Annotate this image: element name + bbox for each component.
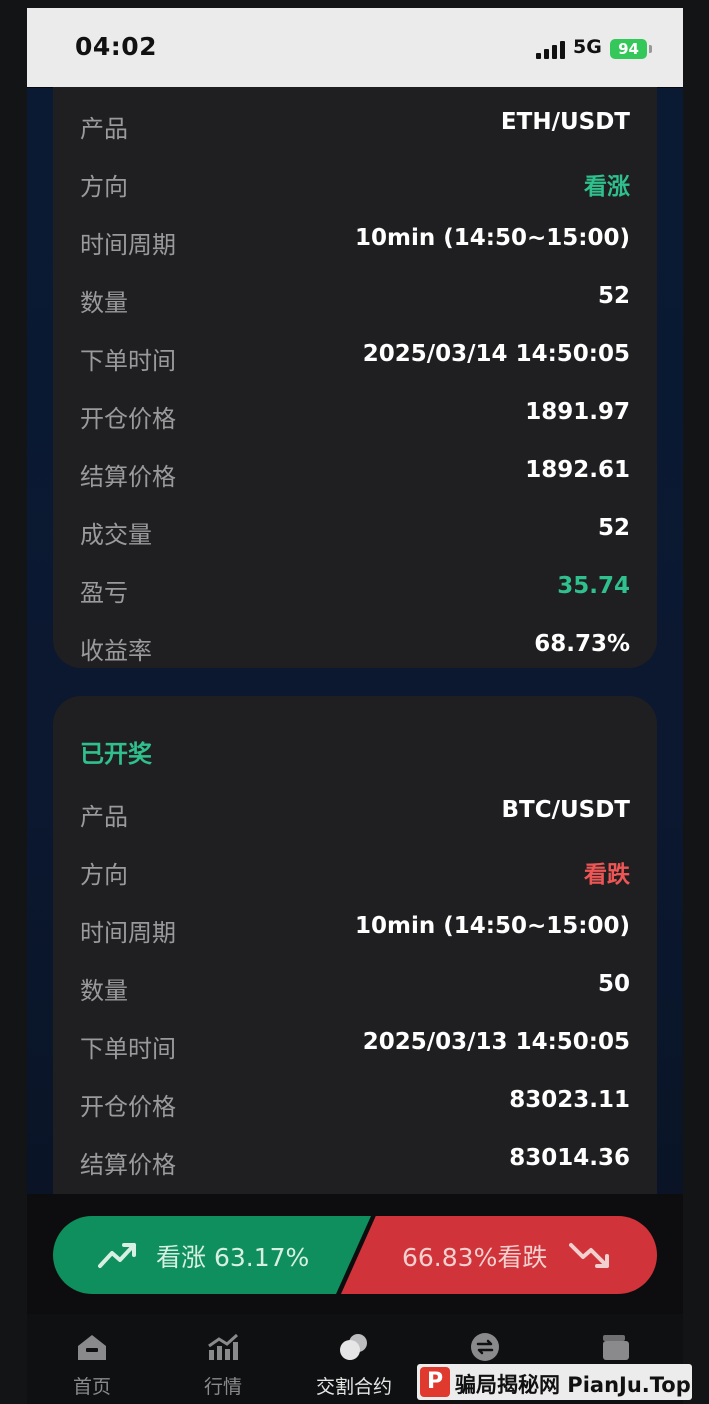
signal-icon (536, 41, 566, 59)
order-row-settle-price: 结算价格 1892.61 (80, 452, 630, 492)
row-value: 52 (597, 283, 630, 309)
row-label: 结算价格 (80, 1151, 176, 1179)
direction-value-down: 看跌 (584, 862, 630, 888)
order-row-volume: 成交量 52 (80, 510, 630, 550)
row-label: 下单时间 (80, 347, 176, 375)
row-value: 83014.36 (509, 1145, 630, 1171)
row-label: 收益率 (80, 637, 152, 665)
home-icon (78, 1335, 106, 1360)
status-bar: 04:02 5G 94 (27, 8, 683, 87)
row-label: 数量 (80, 977, 128, 1005)
row-label: 成交量 (80, 521, 152, 549)
battery-tip (649, 45, 652, 53)
row-value: 1892.61 (525, 457, 630, 483)
row-label: 开仓价格 (80, 1093, 176, 1121)
row-label: 结算价格 (80, 463, 176, 491)
row-label: 盈亏 (80, 579, 128, 607)
row-label: 产品 (80, 115, 128, 143)
buy-up-button[interactable]: 看涨 63.17% (53, 1216, 371, 1294)
wallet-icon (603, 1335, 629, 1360)
row-value: ETH/USDT (500, 109, 630, 135)
watermark-logo-icon: P (420, 1367, 450, 1397)
exchange-icon (471, 1333, 499, 1361)
row-label: 产品 (80, 803, 128, 831)
row-value: 10min (14:50~15:00) (355, 225, 630, 251)
trend-down-icon (569, 1243, 609, 1268)
watermark: P 骗局揭秘网 PianJu.Top (417, 1364, 692, 1400)
order-row-quantity: 数量 50 (80, 966, 630, 1006)
order-row-open-price: 开仓价格 83023.11 (80, 1082, 630, 1122)
row-label: 方向 (80, 173, 128, 201)
order-status: 已开奖 (80, 740, 152, 768)
coins-icon (340, 1334, 367, 1360)
order-row-product: 产品 ETH/USDT (80, 104, 630, 144)
watermark-text: 骗局揭秘网 PianJu.Top (455, 1373, 691, 1397)
order-row-open-price: 开仓价格 1891.97 (80, 394, 630, 434)
phone-screen: 产品 ETH/USDT 方向 看涨 时间周期 10min (14:50~15:0… (27, 8, 683, 1404)
order-row-quantity: 数量 52 (80, 278, 630, 318)
direction-value-up: 看涨 (584, 174, 630, 200)
row-value: 1891.97 (525, 399, 630, 425)
row-label: 数量 (80, 289, 128, 317)
tab-label: 首页 (72, 1376, 111, 1398)
trend-up-icon (98, 1243, 136, 1268)
status-time: 04:02 (75, 32, 158, 61)
network-type: 5G (573, 36, 602, 58)
order-row-order-time: 下单时间 2025/03/13 14:50:05 (80, 1024, 630, 1064)
tab-market[interactable]: 行情 (173, 1314, 273, 1404)
row-value: 2025/03/14 14:50:05 (362, 341, 630, 367)
row-value: 10min (14:50~15:00) (355, 913, 630, 939)
row-label: 时间周期 (80, 919, 176, 947)
row-value: 50 (597, 971, 630, 997)
order-row-period: 时间周期 10min (14:50~15:00) (80, 220, 630, 260)
chart-icon (208, 1333, 239, 1360)
buy-down-button[interactable]: 66.83%看跌 (341, 1216, 657, 1294)
tab-label: 交割合约 (315, 1376, 392, 1398)
tab-label: 行情 (203, 1376, 242, 1398)
trade-bar: 看涨 63.17% 66.83%看跌 (27, 1194, 683, 1314)
order-row-product: 产品 BTC/USDT (80, 792, 630, 832)
row-value: 83023.11 (509, 1087, 630, 1113)
order-row-direction: 方向 看跌 (80, 850, 630, 890)
tab-delivery-contract[interactable]: 交割合约 (304, 1314, 404, 1404)
order-row-period: 时间周期 10min (14:50~15:00) (80, 908, 630, 948)
pnl-value: 35.74 (557, 573, 630, 599)
order-row-pnl: 盈亏 35.74 (80, 568, 630, 608)
row-label: 方向 (80, 861, 128, 889)
row-value: BTC/USDT (501, 797, 630, 823)
order-row-return-rate: 收益率 68.73% (80, 626, 630, 666)
order-row-order-time: 下单时间 2025/03/14 14:50:05 (80, 336, 630, 376)
battery-icon: 94 (610, 39, 647, 59)
buy-down-label: 66.83%看跌 (402, 1243, 548, 1272)
order-row-direction: 方向 看涨 (80, 162, 630, 202)
buy-up-label: 看涨 63.17% (156, 1243, 310, 1272)
row-label: 下单时间 (80, 1035, 176, 1063)
row-value: 52 (597, 515, 630, 541)
order-row-settle-price: 结算价格 83014.36 (80, 1140, 630, 1180)
row-label: 时间周期 (80, 231, 176, 259)
order-card-eth: 产品 ETH/USDT 方向 看涨 时间周期 10min (14:50~15:0… (53, 8, 657, 668)
row-value: 68.73% (534, 631, 630, 657)
row-value: 2025/03/13 14:50:05 (362, 1029, 630, 1055)
row-label: 开仓价格 (80, 405, 176, 433)
tab-home[interactable]: 首页 (42, 1314, 142, 1404)
